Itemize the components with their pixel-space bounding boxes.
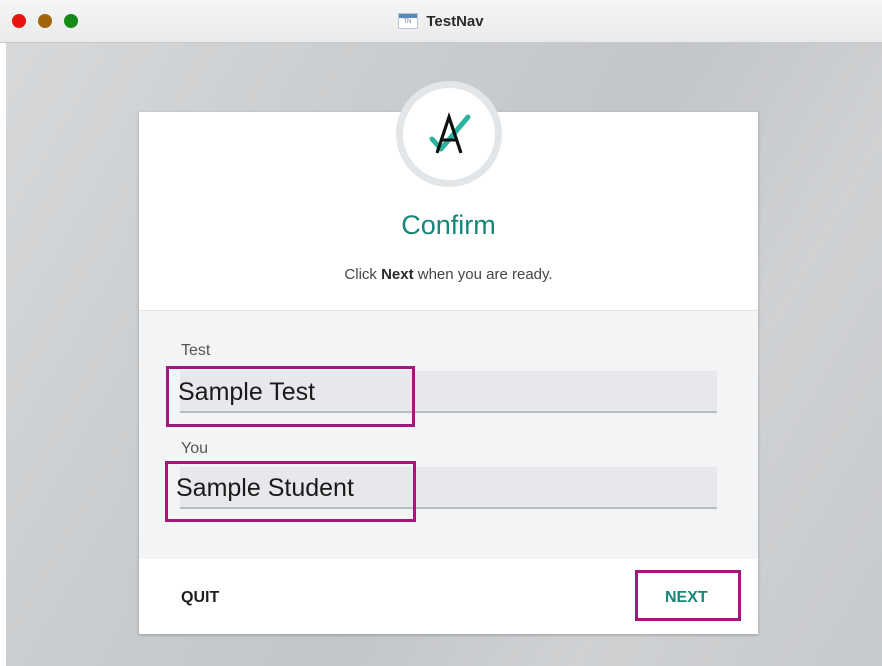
logo-badge — [396, 81, 502, 187]
next-button[interactable]: NEXT — [665, 589, 708, 607]
instruction-suffix: when you are ready. — [413, 266, 553, 283]
instruction-bold: Next — [381, 266, 414, 283]
logo-icon — [429, 111, 471, 154]
title-bar: TestNav — [0, 0, 882, 43]
you-highlight-box — [165, 461, 416, 522]
you-label: You — [181, 440, 208, 457]
test-highlight-box — [166, 366, 415, 427]
logo-badge-inner — [403, 88, 495, 180]
title-container: TestNav — [0, 0, 882, 42]
testnav-window: TestNav Confirm Click Next when you are … — [0, 0, 882, 666]
test-label: Test — [181, 342, 211, 359]
instruction-prefix: Click — [344, 266, 382, 283]
app-icon — [398, 13, 419, 29]
window-title: TestNav — [426, 12, 484, 30]
quit-button[interactable]: QUIT — [181, 589, 219, 607]
dialog-heading: Confirm — [401, 210, 496, 240]
instruction-text: Click Next when you are ready. — [139, 266, 758, 283]
